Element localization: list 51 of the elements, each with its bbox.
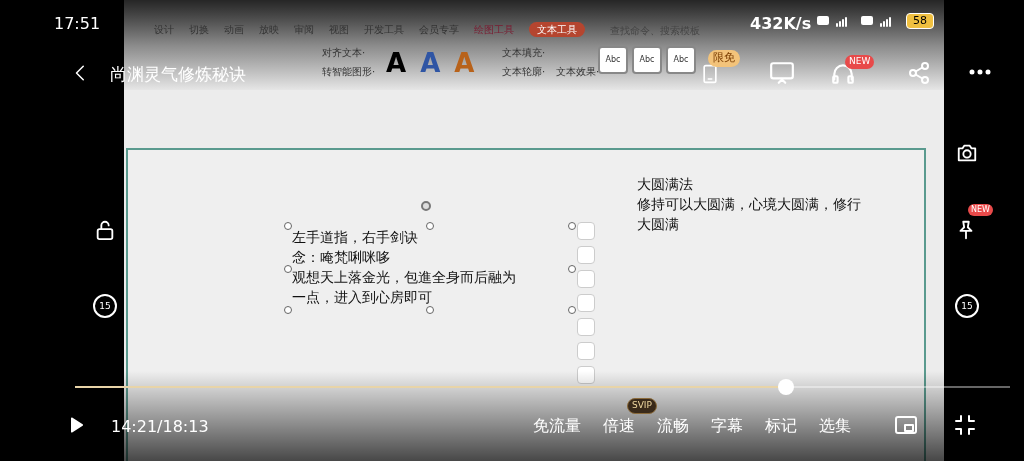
slide-text-line: 大圆满 (637, 215, 680, 234)
text-style-sample[interactable]: A (454, 44, 475, 83)
resize-handle[interactable] (426, 222, 434, 230)
unlock-icon[interactable] (94, 218, 116, 242)
resize-handle[interactable] (284, 222, 292, 230)
slide-text-line: 一点，进入到心房即可 (292, 288, 432, 307)
ribbon-command[interactable]: 对齐文本· (322, 45, 376, 60)
ribbon-command[interactable]: 文本效果· (556, 64, 600, 79)
ribbon-command[interactable]: 转智能图形· (322, 64, 376, 79)
slide-text-line: 观想天上落金光，包進全身而后融为 (292, 268, 516, 287)
resize-handle[interactable] (568, 306, 576, 314)
resize-handle[interactable] (568, 222, 576, 230)
network-speed: 432K/s (750, 13, 812, 35)
resize-handle[interactable] (284, 306, 292, 314)
forward-icon[interactable]: 15 (955, 294, 979, 318)
rotate-handle[interactable] (421, 201, 431, 211)
phone-icon[interactable] (700, 62, 720, 86)
replay-icon[interactable]: 15 (93, 294, 117, 318)
shape-style-sample[interactable]: Abc (666, 46, 696, 74)
share-icon[interactable] (907, 61, 931, 85)
shape-style-sample[interactable]: Abc (598, 46, 628, 74)
resize-handle[interactable] (568, 265, 576, 273)
camera-icon[interactable] (955, 142, 979, 164)
ribbon-command[interactable]: 文本轮廓· (502, 64, 546, 79)
slide-text-line: 修持可以大圆满，心境大圆满，修行 (637, 195, 862, 214)
player-control[interactable]: 选集 (819, 414, 851, 438)
new-badge: NEW (845, 55, 875, 69)
status-time: 17:51 (54, 13, 101, 35)
resize-handle[interactable] (284, 265, 292, 273)
player-control[interactable]: 流畅 (657, 414, 689, 438)
resize-handle[interactable] (426, 306, 434, 314)
player-control[interactable]: 标记 (765, 414, 797, 438)
play-icon[interactable] (68, 416, 86, 434)
picture-in-picture-icon[interactable] (893, 413, 919, 437)
cast-tv-icon[interactable] (768, 60, 796, 86)
text-style-sample[interactable]: A (386, 44, 407, 83)
slide-text-line: 大圆满法 (637, 175, 694, 194)
player-control[interactable]: 字幕 (711, 414, 743, 438)
ribbon-tab[interactable]: 文本工具 (529, 22, 585, 37)
new-badge: NEW (968, 204, 993, 216)
fullscreen-exit-icon[interactable] (953, 413, 977, 437)
battery-icon: 58 (906, 13, 934, 29)
shape-style-sample[interactable]: Abc (632, 46, 662, 74)
player-control[interactable]: 免流量 (533, 414, 581, 438)
limited-free-badge: 限免 (708, 50, 740, 67)
svip-badge: SVIP (627, 398, 657, 414)
ribbon-command[interactable]: 文本填充· (502, 45, 546, 60)
text-style-sample[interactable]: A (420, 44, 441, 83)
slide-text-line: 念：唵梵唎咪哆 (292, 248, 390, 267)
player-control[interactable]: 倍速 (603, 414, 635, 438)
slide-text-line: 左手道指，右手剑诀 (292, 228, 418, 247)
